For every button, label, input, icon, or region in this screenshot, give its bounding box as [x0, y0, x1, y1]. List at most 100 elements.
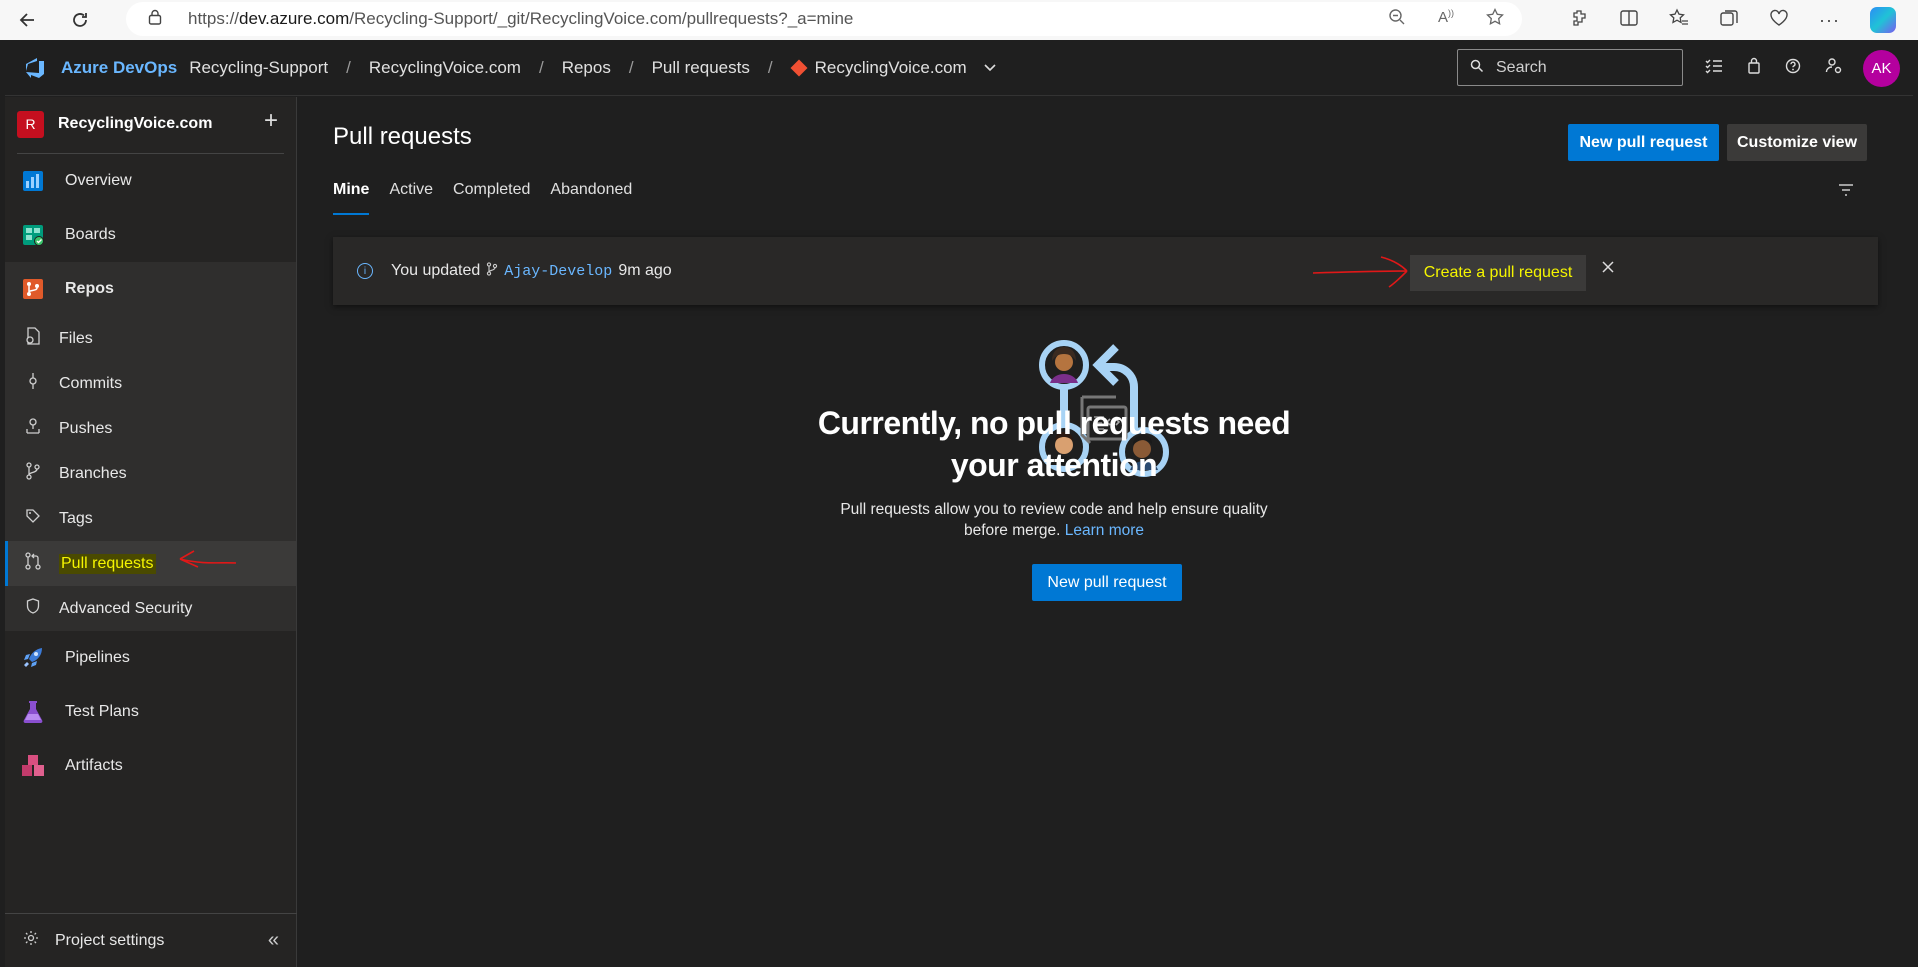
sidebar-item-label: Tags	[59, 509, 93, 527]
breadcrumb-separator: /	[346, 57, 351, 77]
search-icon	[1470, 59, 1484, 76]
repo-selector-label: RecyclingVoice.com	[814, 57, 967, 77]
sidebar-item-label: Pipelines	[65, 649, 130, 666]
split-screen-icon[interactable]	[1619, 8, 1639, 33]
sidebar-item-label: Commits	[59, 374, 123, 392]
breadcrumb-separator: /	[538, 57, 544, 77]
user-settings-icon[interactable]	[1825, 57, 1843, 80]
repo-selector[interactable]: RecyclingVoice.com	[790, 57, 997, 78]
sidebar-item-label: Repos	[65, 280, 114, 297]
read-aloud-icon[interactable]: A))	[1438, 8, 1454, 31]
sidebar-item-label: Pushes	[59, 419, 113, 437]
branch-link[interactable]: Ajay-Develop	[504, 263, 612, 280]
pushes-icon	[23, 417, 43, 440]
sidebar-item-label: Pull requests	[59, 553, 156, 574]
sidebar-item-artifacts[interactable]: Artifacts	[5, 739, 296, 793]
url-path: /Recycling-Support/_git/RecyclingVoice.c…	[349, 9, 854, 28]
sidebar-item-label: Advanced Security	[59, 599, 193, 617]
banner-suffix: 9m ago	[618, 262, 672, 279]
repos-section: Repos Files Commits Pushes Branches Tags…	[5, 262, 296, 631]
sidebar-item-pipelines[interactable]: Pipelines	[5, 631, 296, 685]
favorites-icon[interactable]	[1669, 7, 1689, 33]
tab-active[interactable]: Active	[389, 179, 433, 215]
collections-icon[interactable]	[1719, 8, 1739, 33]
sidebar-item-commits[interactable]: Commits	[5, 361, 296, 406]
files-icon	[23, 327, 43, 350]
filter-icon[interactable]	[1838, 181, 1854, 202]
project-settings-link[interactable]: Project settings «	[5, 913, 297, 967]
search-placeholder: Search	[1496, 58, 1547, 76]
new-pull-request-button[interactable]: New pull request	[1568, 124, 1719, 161]
sidebar-item-test-plans[interactable]: Test Plans	[5, 685, 296, 739]
project-settings-label: Project settings	[55, 931, 165, 949]
breadcrumb-project[interactable]: RecyclingVoice.com	[369, 58, 521, 78]
sidebar-item-label: Test Plans	[65, 703, 139, 720]
sidebar-item-pushes[interactable]: Pushes	[5, 406, 296, 451]
browser-essentials-icon[interactable]	[1769, 8, 1789, 33]
breadcrumb-org[interactable]: Recycling-Support	[189, 58, 328, 78]
sidebar-item-label: Files	[59, 329, 93, 347]
sidebar-item-tags[interactable]: Tags	[5, 496, 296, 541]
zoom-out-icon[interactable]	[1388, 8, 1406, 31]
pipelines-icon	[19, 644, 47, 672]
sidebar-item-repos[interactable]: Repos	[5, 262, 296, 316]
close-icon[interactable]	[1601, 257, 1615, 280]
avatar[interactable]: AK	[1863, 50, 1900, 87]
sidebar-item-label: Artifacts	[65, 757, 123, 774]
sidebar-item-branches[interactable]: Branches	[5, 451, 296, 496]
empty-state-text: Pull requests allow you to review code a…	[840, 501, 1268, 539]
empty-state-title: Currently, no pull requests need your at…	[817, 405, 1291, 483]
main-content: Pull requests New pull request Customize…	[298, 97, 1918, 967]
project-avatar: R	[17, 110, 44, 138]
collapse-sidebar-icon[interactable]: «	[268, 929, 279, 952]
top-navigation: Azure DevOps Recycling-Support / Recycli…	[5, 40, 1913, 96]
test-plans-icon	[19, 698, 47, 726]
page-title: Pull requests	[333, 123, 472, 150]
sidebar-item-overview[interactable]: Overview	[5, 154, 296, 208]
sidebar-item-advanced-security[interactable]: Advanced Security	[5, 586, 296, 631]
tab-completed[interactable]: Completed	[453, 179, 530, 215]
breadcrumb-pull-requests[interactable]: Pull requests	[652, 58, 750, 78]
marketplace-bag-icon[interactable]	[1747, 57, 1761, 80]
azure-devops-logo-icon[interactable]	[19, 53, 49, 83]
project-name: RecyclingVoice.com	[58, 115, 213, 132]
add-icon[interactable]: +	[264, 107, 278, 135]
create-pull-request-button[interactable]: Create a pull request	[1410, 255, 1586, 291]
copilot-icon[interactable]	[1870, 7, 1896, 33]
help-icon[interactable]	[1785, 58, 1801, 79]
artifacts-icon	[19, 752, 47, 780]
tags-icon	[23, 508, 43, 529]
learn-more-link[interactable]: Learn more	[1065, 522, 1144, 539]
search-input[interactable]: Search	[1457, 49, 1683, 86]
extensions-icon[interactable]	[1569, 8, 1589, 33]
overview-icon	[19, 167, 47, 195]
breadcrumb-repos[interactable]: Repos	[562, 58, 611, 78]
branches-icon	[23, 462, 43, 485]
url-prefix: https://	[188, 9, 240, 28]
sidebar-item-files[interactable]: Files	[5, 316, 296, 361]
tab-abandoned[interactable]: Abandoned	[550, 179, 632, 215]
tab-mine[interactable]: Mine	[333, 179, 370, 215]
project-header[interactable]: R RecyclingVoice.com +	[5, 97, 296, 151]
boards-icon	[19, 221, 47, 249]
sidebar-item-pull-requests[interactable]: Pull requests	[5, 541, 296, 586]
shield-icon	[23, 598, 43, 619]
address-bar[interactable]: https://dev.azure.com/Recycling-Support/…	[126, 2, 1522, 36]
sidebar: R RecyclingVoice.com + Overview Boards R…	[5, 97, 297, 967]
empty-state-new-pull-request-button[interactable]: New pull request	[1032, 564, 1182, 601]
sidebar-item-boards[interactable]: Boards	[5, 208, 296, 262]
annotation-arrow	[1311, 249, 1411, 294]
favorite-star-icon[interactable]	[1486, 7, 1504, 31]
brand-link[interactable]: Azure DevOps	[61, 58, 177, 78]
refresh-icon[interactable]	[60, 0, 100, 40]
customize-view-button[interactable]: Customize view	[1727, 124, 1867, 161]
lock-icon[interactable]	[148, 9, 168, 30]
git-repo-icon	[790, 59, 808, 76]
banner-prefix: You updated	[391, 262, 481, 279]
back-icon[interactable]	[8, 0, 48, 40]
task-list-icon[interactable]	[1705, 58, 1723, 79]
more-options-icon[interactable]: ···	[1819, 10, 1840, 31]
breadcrumb-separator: /	[767, 57, 773, 77]
pull-request-icon	[23, 552, 43, 575]
empty-state-description: Pull requests allow you to review code a…	[838, 499, 1270, 541]
